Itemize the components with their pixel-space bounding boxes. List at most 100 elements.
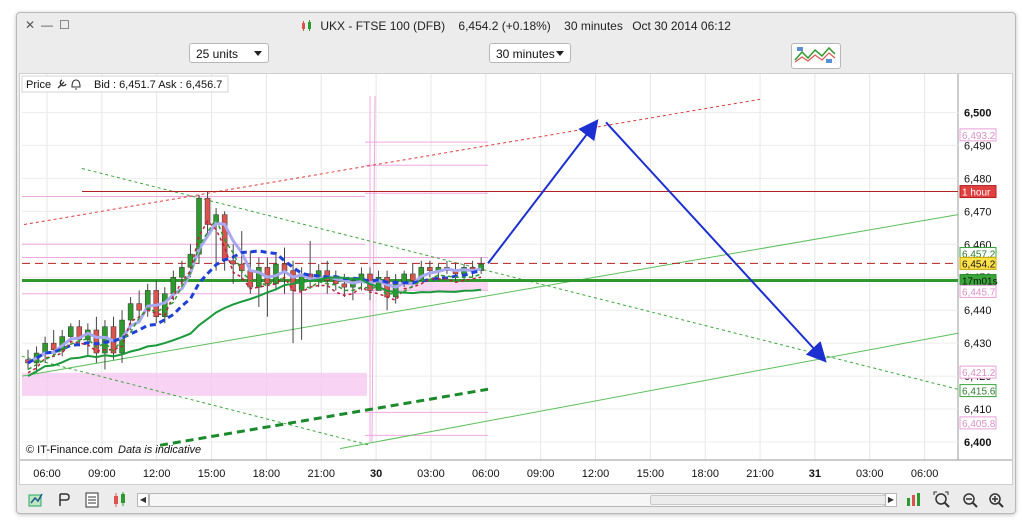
window-title: UKX - FTSE 100 (DFB) 6,454.2 (+0.18%) 30… <box>17 19 1015 33</box>
candle-body <box>136 303 142 311</box>
y-tick-label: 6,480 <box>964 173 992 185</box>
x-tick-label: 06:00 <box>911 468 939 480</box>
copyright-text: © IT-Finance.com <box>26 444 113 456</box>
price-tag-label: 6,445.7 <box>962 287 996 298</box>
candlestick-icon <box>302 20 312 31</box>
candle-body <box>247 270 254 288</box>
channel-lower <box>339 332 959 450</box>
scroll-right-button[interactable]: ▶ <box>885 493 897 507</box>
price-tag-label: 6,454.2 <box>962 259 996 270</box>
units-select-value: 25 units <box>196 47 239 61</box>
price-tag-label: 1 hour <box>962 188 991 199</box>
candle-body <box>333 280 339 285</box>
candle-body <box>170 276 177 294</box>
price-tag-label: 6,421.2 <box>962 368 996 379</box>
trend-lines <box>21 98 959 450</box>
price-tag-label: 6,493.2 <box>962 131 996 142</box>
candle-body <box>281 263 288 271</box>
x-tick-label: 12:00 <box>582 468 610 480</box>
x-tick-label: 03:00 <box>417 468 445 480</box>
candle-body <box>256 267 262 288</box>
y-tick-label: 6,470 <box>964 206 992 218</box>
disclaimer-text: Data is indicative <box>118 444 201 456</box>
forecast-arrow-down <box>605 121 827 363</box>
bid-ask: Bid : 6,451.7 Ask : 6,456.7 <box>94 79 222 91</box>
candlestick-icon[interactable] <box>111 491 129 509</box>
x-tick-label: 09:00 <box>527 468 555 480</box>
title-datetime: Oct 30 2014 06:12 <box>632 19 731 33</box>
candle-body <box>127 303 134 321</box>
timeframe-select[interactable]: 30 minutes <box>489 43 571 63</box>
scroll-left-button[interactable]: ◀ <box>137 493 149 507</box>
y-tick-label: 6,430 <box>964 338 992 350</box>
forecast-arrows <box>487 119 827 363</box>
y-tick-label: 6,500 <box>964 107 992 119</box>
ma-green-dotted <box>27 217 482 371</box>
chart-grid <box>20 74 1012 461</box>
chart-window: ✕ — ☐ UKX - FTSE 100 (DFB) 6,454.2 (+0.1… <box>16 12 1016 514</box>
y-tick-label: 6,400 <box>964 437 992 449</box>
title-timeframe: 30 minutes <box>564 19 623 33</box>
x-tick-label: 06:00 <box>33 468 61 480</box>
zoom-out-icon[interactable] <box>961 491 979 509</box>
candle-body <box>427 267 433 271</box>
price-change: 6,454.2 (+0.18%) <box>458 19 551 33</box>
x-tick-label: 30 <box>370 468 382 480</box>
x-tick-label: 03:00 <box>856 468 884 480</box>
chart-settings-icon[interactable] <box>27 491 45 509</box>
drawing-tools-icon[interactable] <box>55 491 73 509</box>
candle-body <box>341 283 348 288</box>
price-chart[interactable]: 6,5006,4906,4806,4706,4606,4506,4406,430… <box>20 74 1012 484</box>
indicators-button[interactable] <box>791 43 841 69</box>
x-tick-label: 21:00 <box>746 468 774 480</box>
zoom-in-icon[interactable] <box>987 491 1005 509</box>
chart-scrollbar[interactable] <box>149 493 894 507</box>
zoom-fit-icon[interactable] <box>933 491 951 509</box>
session-line <box>371 95 376 443</box>
candle-body <box>230 260 236 265</box>
ma-long-dashed <box>159 387 489 447</box>
x-tick-label: 15:00 <box>637 468 665 480</box>
title-bar: ✕ — ☐ UKX - FTSE 100 (DFB) 6,454.2 (+0.1… <box>17 13 1015 39</box>
chevron-down-icon <box>254 51 262 56</box>
calculator-icon[interactable] <box>83 491 101 509</box>
units-select[interactable]: 25 units <box>189 43 269 63</box>
pivot-zone <box>22 372 367 396</box>
x-tick-label: 31 <box>809 468 821 480</box>
scrollbar-thumb[interactable] <box>650 495 894 505</box>
candle-body <box>68 326 74 337</box>
timeframe-select-value: 30 minutes <box>496 47 555 61</box>
chart-header: Price Bid : 6,451.7 Ask : 6,456.7 <box>21 75 229 93</box>
candle-body <box>221 214 228 262</box>
candle-body <box>179 267 185 278</box>
footer-credit: © IT-Finance.com Data is indicative <box>26 444 201 456</box>
y-tick-label: 6,410 <box>964 404 992 416</box>
lower-trendline <box>21 355 371 446</box>
x-tick-label: 21:00 <box>307 468 335 480</box>
price-tag-label: 6,405.8 <box>962 419 996 430</box>
chart-area[interactable]: 6,5006,4906,4806,4706,4606,4506,4406,430… <box>19 73 1013 485</box>
y-tick-label: 6,490 <box>964 140 992 152</box>
x-tick-label: 15:00 <box>198 468 226 480</box>
x-tick-label: 09:00 <box>88 468 116 480</box>
toolbar: 25 units 30 minutes <box>17 43 1015 71</box>
x-tick-label: 18:00 <box>691 468 719 480</box>
forecast-arrow-up <box>487 119 599 265</box>
indicators-icon[interactable] <box>905 491 923 509</box>
candle-body <box>50 342 57 350</box>
time-axis: 06:00 09:00 12:00 15:00 18:00 21:00 30 03:00 06:… <box>33 468 938 480</box>
price-label: Price <box>26 79 51 91</box>
descending-trendline <box>81 168 959 390</box>
envelope-bands <box>22 95 488 443</box>
candle-body <box>239 263 245 271</box>
indicators-icon <box>794 46 836 63</box>
bottom-toolbar: ◀ ▶ <box>17 485 1015 513</box>
x-tick-label: 18:00 <box>253 468 281 480</box>
upper-trendline <box>23 98 761 226</box>
candle-body <box>410 273 416 281</box>
y-tick-label: 6,440 <box>964 305 992 317</box>
instrument-name: UKX - FTSE 100 (DFB) <box>320 19 446 33</box>
x-tick-label: 06:00 <box>472 468 500 480</box>
chevron-down-icon <box>556 51 564 56</box>
price-tag-label: 6,415.6 <box>962 387 996 398</box>
